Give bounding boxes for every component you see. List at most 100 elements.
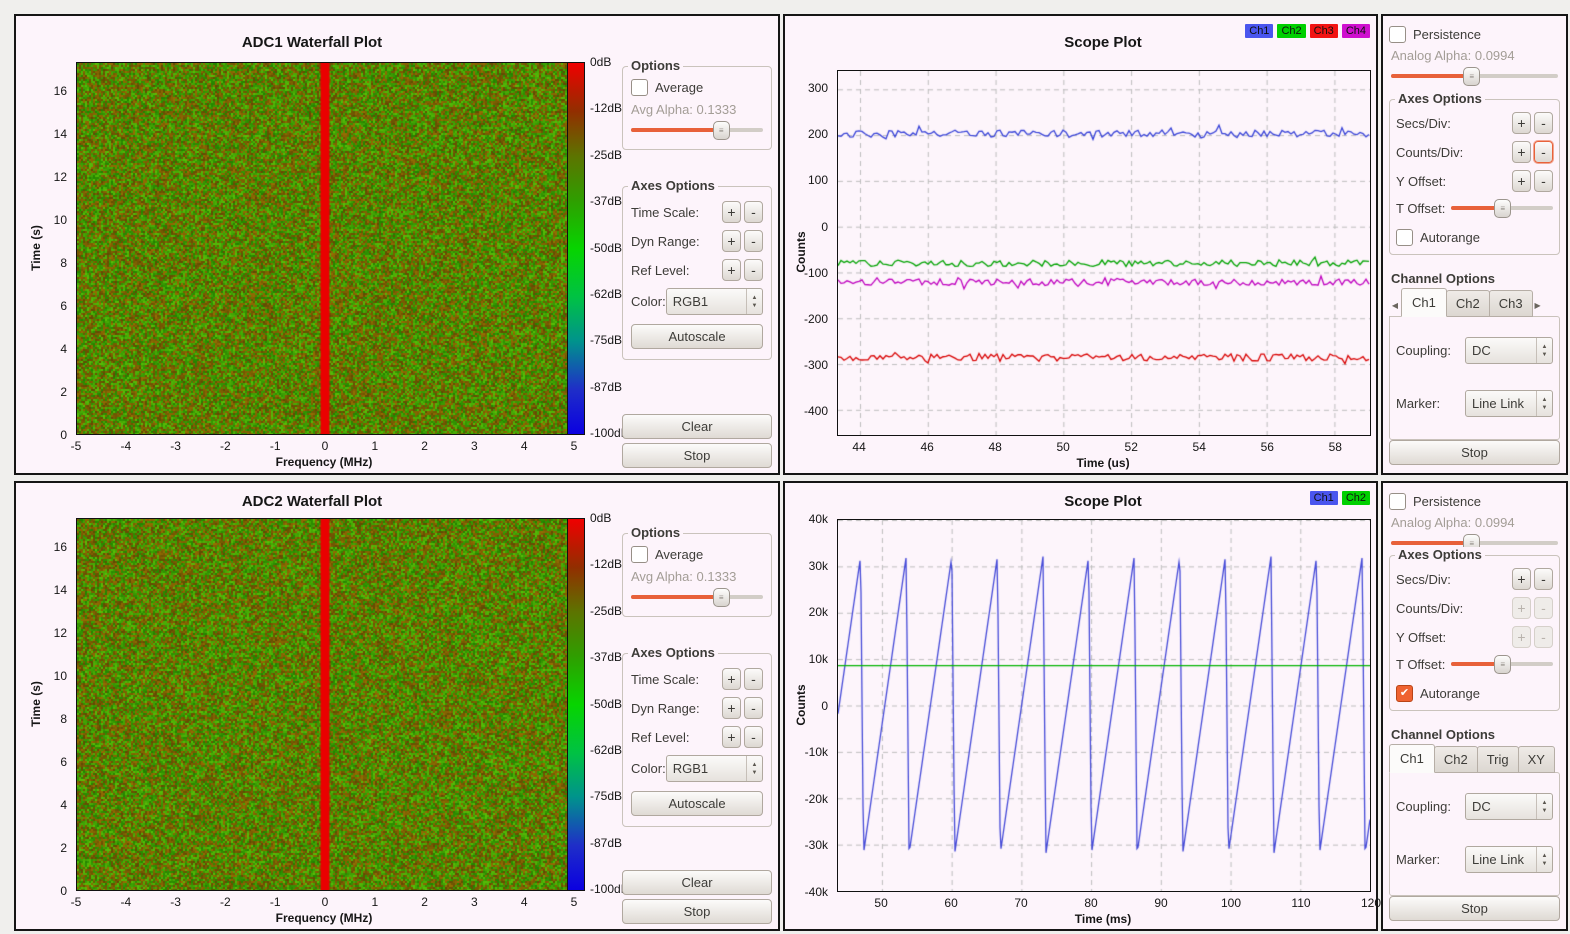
tab-ch1[interactable]: Ch1 (1401, 288, 1447, 317)
checkbox-icon[interactable] (1389, 26, 1406, 43)
stop-button[interactable]: Stop (1389, 896, 1560, 921)
coupling-select[interactable]: DC ▲▼ (1465, 793, 1553, 820)
y-tick-label: 0 (60, 428, 67, 442)
y-offset-row: Y Offset: +- (1396, 170, 1553, 192)
t-offset-slider[interactable] (1451, 655, 1553, 673)
time-scale-plus-button[interactable]: + (722, 201, 741, 223)
counts-div-plus-button[interactable]: + (1512, 141, 1531, 163)
y-offset-plus-button[interactable]: + (1512, 170, 1531, 192)
checkbox-icon[interactable] (1389, 493, 1406, 510)
secs-div-minus-button[interactable]: - (1534, 568, 1553, 590)
clear-button[interactable]: Clear (622, 414, 772, 439)
checkbox-icon[interactable] (631, 546, 648, 563)
dyn-range-plus-button[interactable]: + (722, 230, 741, 252)
ref-level-minus-button[interactable]: - (744, 726, 763, 748)
persistence-checkbox-row[interactable]: Persistence (1389, 493, 1560, 510)
scope-plot-area[interactable] (837, 70, 1371, 436)
colorbar-tick-label: -37dB (590, 650, 622, 664)
y-offset-minus-button[interactable]: - (1534, 170, 1553, 192)
t-offset-label: T Offset: (1396, 657, 1445, 672)
ref-level-minus-button[interactable]: - (744, 259, 763, 281)
tab-ch2[interactable]: Ch2 (1434, 746, 1478, 773)
scope-plot-area[interactable] (837, 519, 1371, 892)
tab-ch1[interactable]: Ch1 (1389, 744, 1435, 773)
counts-div-minus-button[interactable]: - (1534, 141, 1553, 163)
tab-scroll-left-icon[interactable]: ◀ (1389, 301, 1401, 317)
marker-select[interactable]: Line Link ▲▼ (1465, 846, 1553, 873)
spinner-arrows-icon[interactable]: ▲▼ (746, 289, 762, 314)
persistence-checkbox-row[interactable]: Persistence (1389, 26, 1560, 43)
time-scale-minus-button[interactable]: - (744, 201, 763, 223)
marker-select[interactable]: Line Link ▲▼ (1465, 390, 1553, 417)
spinner-arrows-icon[interactable]: ▲▼ (1536, 338, 1552, 363)
spinner-down-icon[interactable]: ▼ (1542, 808, 1548, 814)
slider-handle[interactable] (713, 121, 730, 140)
t-offset-slider[interactable] (1451, 199, 1553, 217)
waterfall-plot-area[interactable] (76, 62, 574, 435)
spinner-up-icon[interactable]: ▲ (1542, 800, 1548, 806)
spinner-down-icon[interactable]: ▼ (752, 770, 758, 776)
tab-ch3[interactable]: Ch3 (1489, 290, 1533, 317)
stop-button[interactable]: Stop (622, 899, 772, 924)
scope-canvas[interactable] (838, 71, 1370, 435)
checkbox-checked-icon[interactable]: ✔ (1396, 685, 1413, 702)
time-scale-minus-button[interactable]: - (744, 668, 763, 690)
color-select[interactable]: RGB1 ▲▼ (666, 288, 763, 315)
secs-div-minus-button[interactable]: - (1534, 112, 1553, 134)
ref-level-plus-button[interactable]: + (722, 259, 741, 281)
tab-scroll-right-icon[interactable]: ▶ (1532, 301, 1544, 317)
secs-div-plus-button[interactable]: + (1512, 568, 1531, 590)
marker-label: Marker: (1396, 852, 1440, 867)
spinner-up-icon[interactable]: ▲ (1542, 344, 1548, 350)
spinner-up-icon[interactable]: ▲ (1542, 397, 1548, 403)
analog-alpha-slider[interactable] (1391, 534, 1558, 539)
dyn-range-minus-button[interactable]: - (744, 697, 763, 719)
average-checkbox-row[interactable]: Average (631, 546, 763, 563)
average-checkbox-row[interactable]: Average (631, 79, 763, 96)
autoscale-button[interactable]: Autoscale (631, 324, 763, 349)
x-tick-label: -1 (270, 895, 281, 909)
autorange-checkbox-row[interactable]: ✔ Autorange (1396, 685, 1553, 702)
tab-trig[interactable]: Trig (1477, 746, 1519, 773)
waterfall-canvas[interactable] (77, 63, 573, 434)
avg-alpha-slider[interactable] (631, 588, 763, 606)
spinner-arrows-icon[interactable]: ▲▼ (1536, 794, 1552, 819)
ref-level-plus-button[interactable]: + (722, 726, 741, 748)
time-scale-plus-button[interactable]: + (722, 668, 741, 690)
spinner-up-icon[interactable]: ▲ (752, 295, 758, 301)
stop-button[interactable]: Stop (1389, 440, 1560, 465)
color-select[interactable]: RGB1 ▲▼ (666, 755, 763, 782)
autoscale-button[interactable]: Autoscale (631, 791, 763, 816)
waterfall-canvas[interactable] (77, 519, 573, 890)
scope-canvas[interactable] (838, 520, 1370, 891)
coupling-label: Coupling: (1396, 343, 1451, 358)
spinner-arrows-icon[interactable]: ▲▼ (1536, 847, 1552, 872)
spinner-up-icon[interactable]: ▲ (752, 762, 758, 768)
slider-handle[interactable] (1494, 199, 1511, 218)
autorange-checkbox-row[interactable]: Autorange (1396, 229, 1553, 246)
analog-alpha-slider[interactable] (1391, 67, 1558, 83)
spinner-arrows-icon[interactable]: ▲▼ (746, 756, 762, 781)
secs-div-plus-button[interactable]: + (1512, 112, 1531, 134)
clear-button[interactable]: Clear (622, 870, 772, 895)
tab-ch2[interactable]: Ch2 (1446, 290, 1490, 317)
coupling-select[interactable]: DC ▲▼ (1465, 337, 1553, 364)
waterfall-plot-area[interactable] (76, 518, 574, 891)
dyn-range-plus-button[interactable]: + (722, 697, 741, 719)
avg-alpha-slider[interactable] (631, 121, 763, 139)
slider-handle[interactable] (1494, 655, 1511, 674)
x-tick-label: 4 (521, 439, 528, 453)
slider-handle[interactable] (713, 588, 730, 607)
spinner-up-icon[interactable]: ▲ (1542, 853, 1548, 859)
slider-handle[interactable] (1463, 67, 1480, 86)
spinner-down-icon[interactable]: ▼ (1542, 861, 1548, 867)
checkbox-icon[interactable] (631, 79, 648, 96)
checkbox-icon[interactable] (1396, 229, 1413, 246)
spinner-down-icon[interactable]: ▼ (752, 303, 758, 309)
spinner-arrows-icon[interactable]: ▲▼ (1536, 391, 1552, 416)
spinner-down-icon[interactable]: ▼ (1542, 405, 1548, 411)
stop-button[interactable]: Stop (622, 443, 772, 468)
spinner-down-icon[interactable]: ▼ (1542, 352, 1548, 358)
tab-xy[interactable]: XY (1518, 746, 1555, 773)
dyn-range-minus-button[interactable]: - (744, 230, 763, 252)
